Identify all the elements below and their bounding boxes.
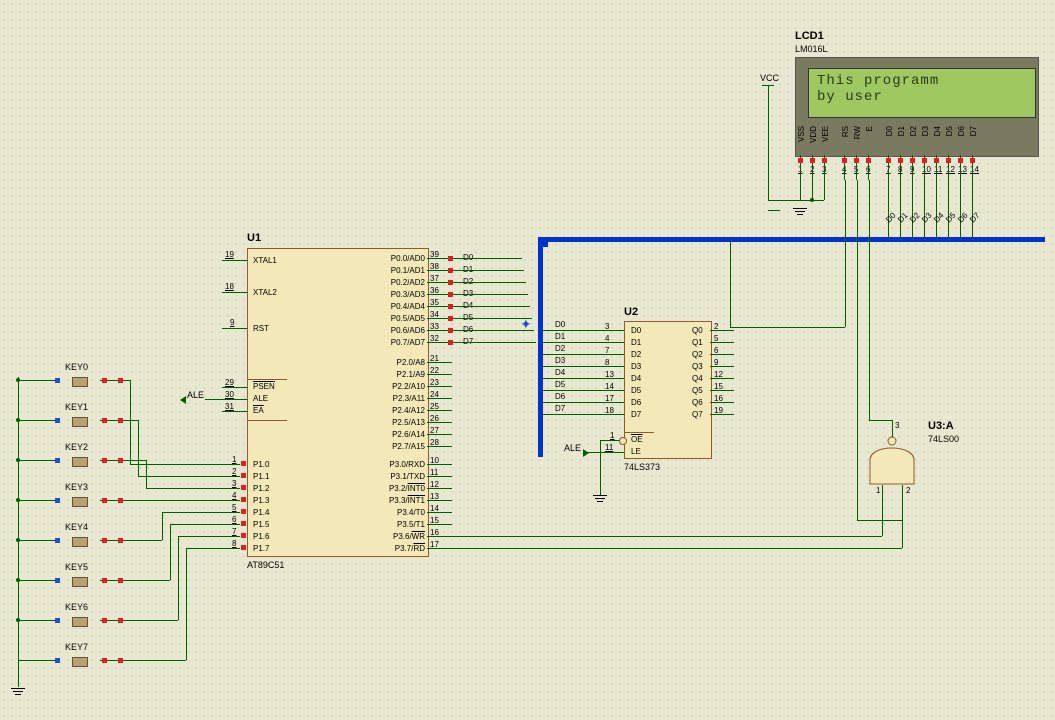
u2-part: 74LS373 — [624, 462, 660, 472]
key-3-label: KEY3 — [65, 482, 88, 492]
key-4[interactable] — [60, 534, 100, 548]
key-5[interactable] — [60, 574, 100, 588]
gnd-keys — [11, 688, 25, 695]
vcc-label: VCC — [760, 73, 779, 83]
cursor-marker: ✦ — [520, 316, 532, 333]
key-3[interactable] — [60, 494, 100, 508]
u1-ref: U1 — [247, 232, 261, 244]
lcd-line2: by user — [817, 89, 1027, 105]
key-2-label: KEY2 — [65, 442, 88, 452]
key-5-label: KEY5 — [65, 562, 88, 572]
u2-ref: U2 — [624, 306, 638, 318]
key-4-label: KEY4 — [65, 522, 88, 532]
address-bus-h — [538, 237, 1045, 242]
u1-part: AT89C51 — [247, 560, 284, 570]
gnd-u2 — [593, 495, 607, 502]
key-7-label: KEY7 — [65, 642, 88, 652]
key-1[interactable] — [60, 414, 100, 428]
key-0-label: KEY0 — [65, 362, 88, 372]
address-bus-v — [538, 237, 543, 457]
u3-ref: U3:A — [928, 420, 954, 432]
key-6[interactable] — [60, 614, 100, 628]
key-1-label: KEY1 — [65, 402, 88, 412]
lcd-ref: LCD1 — [795, 30, 824, 42]
key-6-label: KEY6 — [65, 602, 88, 612]
lcd-part: LM016L — [795, 44, 828, 54]
key-0[interactable] — [60, 374, 100, 388]
lcd-line1: This programm — [817, 73, 1027, 89]
lcd-screen: This programm by user — [808, 68, 1036, 118]
key-7[interactable] — [60, 654, 100, 668]
gnd-lcd — [793, 208, 807, 215]
u3-body[interactable] — [862, 432, 922, 497]
key-2[interactable] — [60, 454, 100, 468]
u3-part: 74LS00 — [928, 434, 959, 444]
